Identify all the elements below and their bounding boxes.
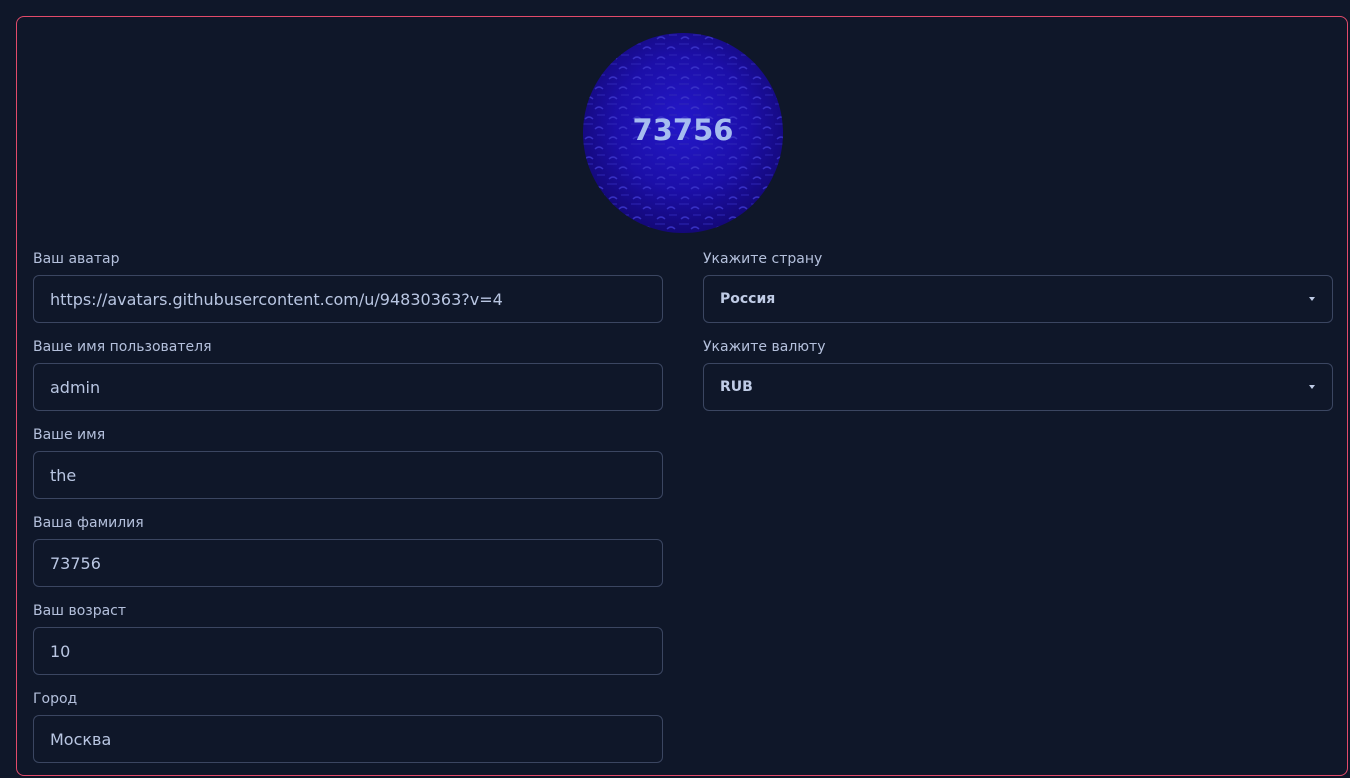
country-select[interactable]: Россия [703,275,1333,323]
caret-down-icon [1309,385,1315,389]
first-name-input[interactable]: the [33,451,663,499]
last-name-label: Ваша фамилия [33,515,144,531]
avatar-url-label: Ваш аватар [33,251,120,267]
city-label: Город [33,691,78,707]
city-input[interactable]: Москва [33,715,663,763]
currency-value: RUB [720,379,753,395]
currency-label: Укажите валюту [703,339,826,355]
country-value: Россия [720,291,776,307]
caret-down-icon [1309,297,1315,301]
avatar-url-field: Ваш аватар https://avatars.githubusercon… [33,249,663,323]
last-name-field: Ваша фамилия 73756 [33,513,663,587]
username-field: Ваше имя пользователя admin [33,337,663,411]
currency-field: Укажите валюту RUB [703,337,1333,411]
avatar-url-value: https://avatars.githubusercontent.com/u/… [50,289,503,309]
avatar-image: 73756 [583,33,783,233]
country-label: Укажите страну [703,251,823,267]
username-label: Ваше имя пользователя [33,339,212,355]
first-name-value: the [50,465,77,485]
last-name-input[interactable]: 73756 [33,539,663,587]
avatar-label: 73756 [632,113,734,147]
first-name-label: Ваше имя [33,427,106,443]
last-name-value: 73756 [50,553,101,573]
username-input[interactable]: admin [33,363,663,411]
profile-form-panel: 73756 Ваш аватар https://avatars.githubu… [16,16,1348,776]
country-field: Укажите страну Россия [703,249,1333,323]
age-field: Ваш возраст 10 [33,601,663,675]
age-input[interactable]: 10 [33,627,663,675]
city-field: Город Москва [33,689,663,763]
currency-select[interactable]: RUB [703,363,1333,411]
age-value: 10 [50,641,71,661]
city-value: Москва [50,729,112,749]
first-name-field: Ваше имя the [33,425,663,499]
age-label: Ваш возраст [33,603,127,619]
avatar-url-input[interactable]: https://avatars.githubusercontent.com/u/… [33,275,663,323]
username-value: admin [50,377,101,397]
